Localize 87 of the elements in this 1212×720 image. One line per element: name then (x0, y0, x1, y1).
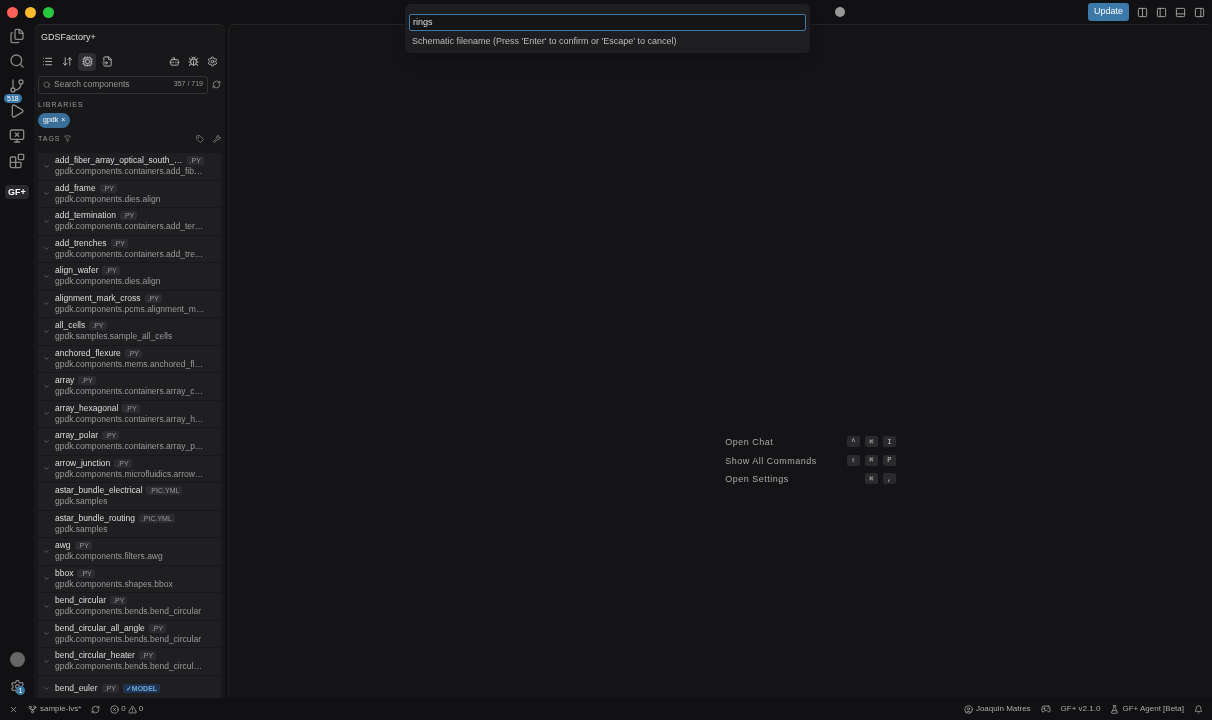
error-count: 0 (121, 703, 126, 715)
component-name: align_wafer (55, 265, 99, 277)
gf-tab[interactable]: GF+ (5, 185, 29, 199)
component-path: gpdk.samples (55, 496, 109, 508)
warning-icon (127, 704, 137, 714)
notification-icon[interactable] (1194, 704, 1203, 714)
component-path: gpdk.components.microfluidics.arrow… (55, 468, 204, 480)
component-view-button[interactable] (78, 52, 96, 71)
component-name: arrow_junction (55, 457, 111, 469)
shortcut-label: Open Settings (725, 473, 790, 487)
component-name: anchored_flexure (55, 347, 121, 359)
extensions-icon[interactable] (9, 153, 25, 169)
component-name: add_fiber_array_optical_south_… (55, 155, 183, 167)
component-path: gpdk.components.shapes.bbox (55, 578, 173, 590)
maximize-window-icon[interactable] (43, 6, 54, 18)
shortcut-label: Show All Commands (725, 454, 817, 468)
branch-status[interactable]: sample-lvs* (28, 703, 82, 715)
sort-icon (61, 56, 73, 67)
avatar[interactable] (9, 652, 25, 667)
sidebar-title: GDSFactory+ (40, 31, 97, 44)
component-path: gpdk.components.dies.align (55, 276, 161, 288)
component-path: gpdk.components.bends.bend_circular (55, 633, 201, 645)
robot-icon[interactable] (169, 56, 180, 67)
component-path: gpdk.components.pcms.alignment_m… (55, 303, 205, 315)
agent-status[interactable]: GF+ Agent [Beta] (1110, 703, 1184, 715)
component-name: array_polar (55, 430, 98, 442)
component-name: add_frame (55, 182, 96, 194)
panel-bottom-icon[interactable] (1175, 6, 1186, 18)
component-name: add_trenches (55, 237, 107, 249)
refresh-icon[interactable] (212, 80, 221, 89)
panel-left-icon[interactable] (1156, 6, 1167, 18)
close-window-icon[interactable] (7, 6, 18, 18)
component-name: bend_circular_all_angle (55, 622, 145, 634)
component-path: gpdk.samples (55, 523, 109, 535)
component-name: bend_circular (55, 595, 107, 607)
component-path: gpdk.components.containers.add_fib… (55, 166, 204, 178)
component-icon (81, 56, 93, 67)
wrench-icon[interactable] (213, 134, 221, 143)
component-name: bend_circular_heater (55, 650, 135, 662)
component-name: all_cells (55, 320, 86, 332)
settings-icon[interactable] (207, 56, 218, 67)
problems-status[interactable]: 0 0 (110, 703, 144, 715)
list-icon (41, 56, 53, 67)
bug-icon[interactable] (188, 56, 199, 67)
error-icon (110, 704, 120, 714)
settings-icon[interactable] (9, 679, 25, 694)
warning-count: 0 (138, 703, 144, 715)
update-button[interactable]: Update (1087, 3, 1129, 21)
panel-right-icon[interactable] (1194, 6, 1205, 18)
minimize-window-icon[interactable] (25, 6, 36, 18)
search-icon[interactable] (9, 53, 25, 69)
component-path: gpdk.components.bends.bend_circul… (55, 661, 202, 673)
component-name: add_termination (55, 210, 116, 222)
sync-icon[interactable] (91, 704, 101, 714)
component-name: alignment_mark_cross (55, 292, 141, 304)
version-status[interactable]: GF+ v2.1.0 (1060, 703, 1101, 715)
user-icon (963, 704, 973, 714)
component-path: gpdk.components.dies.align (55, 193, 161, 205)
git-icon[interactable] (9, 78, 25, 94)
account-status[interactable]: Joaquin Matres (963, 703, 1031, 715)
input-message: Schematic filename (Press 'Enter' to confirm or 'Escape' to cancel) (411, 35, 678, 48)
file-icon (101, 56, 113, 67)
component-path: gpdk.components.containers.array_p… (55, 441, 204, 453)
branch-icon (28, 704, 37, 714)
input-field[interactable]: rings (409, 13, 806, 31)
files-icon[interactable] (9, 28, 25, 44)
shortcut-label: Open Chat (725, 436, 775, 450)
component-name: array_hexagonal (55, 402, 119, 414)
layout-icon[interactable] (1137, 6, 1148, 18)
component-path: gpdk.components.containers.array_c… (55, 386, 203, 398)
component-path: gpdk.samples.sample_all_cells (55, 331, 173, 343)
component-path: gpdk.components.containers.add_tre… (55, 248, 204, 260)
component-name: bend_euler (55, 683, 98, 695)
flask-icon (1110, 704, 1120, 714)
search-icon (43, 80, 51, 89)
component-path: gpdk.components.containers.array_h… (55, 413, 204, 425)
component-name: bbox (55, 567, 74, 579)
component-name: astar_bundle_routing (55, 512, 135, 524)
component-name: astar_bundle_electrical (55, 485, 143, 497)
component-path: gpdk.components.mems.anchored_fl… (55, 358, 203, 370)
search-field[interactable]: Search components (54, 78, 171, 91)
component-path: gpdk.components.bends.bend_circular (55, 606, 201, 618)
component-path: gpdk.components.containers.add_ter… (55, 221, 204, 233)
component-path: gpdk.components.filters.awg (55, 551, 163, 563)
tag-icon[interactable] (196, 134, 204, 143)
component-name: awg (55, 540, 71, 552)
component-name: array (55, 375, 75, 387)
